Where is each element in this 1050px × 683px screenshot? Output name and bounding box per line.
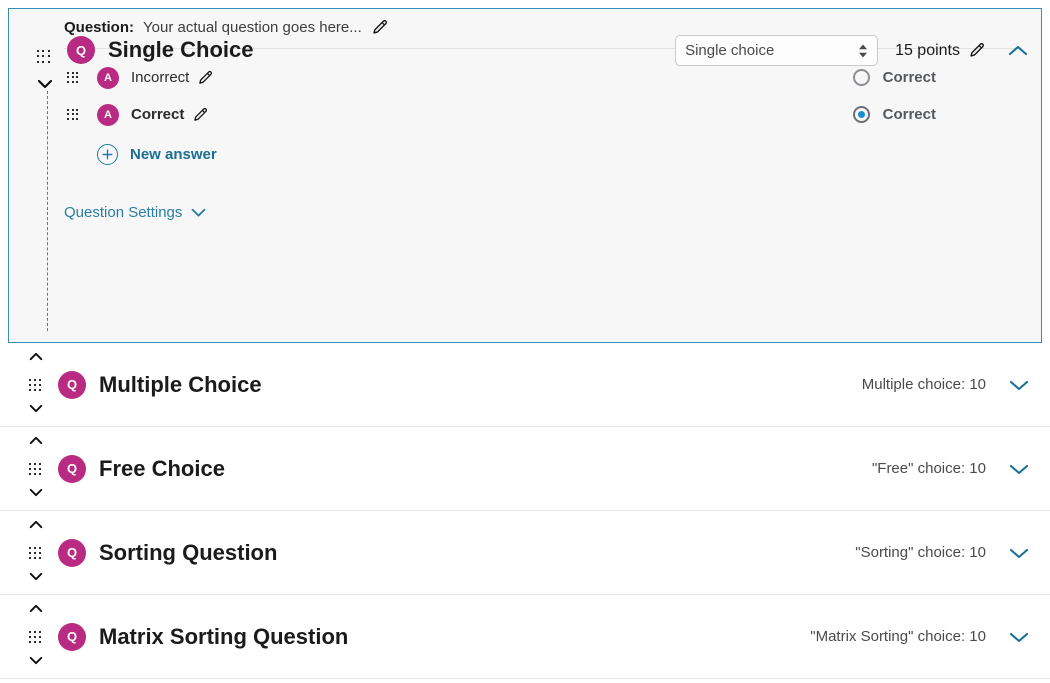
answer-badge: A <box>97 66 119 89</box>
question-row-collapsed[interactable]: Q Multiple Choice Multiple choice: 10 <box>0 343 1050 427</box>
expand-question-button[interactable] <box>1008 462 1030 476</box>
row-meta-group: "Matrix Sorting" choice: 10 <box>810 628 1050 645</box>
question-settings-toggle[interactable]: Question Settings <box>9 204 1041 221</box>
question-meta: Multiple choice: 10 <box>861 376 986 393</box>
answer-correct-radio[interactable] <box>852 106 870 123</box>
answer-correct-label: Correct <box>882 106 936 123</box>
question-title-group: Q Single Choice <box>67 9 675 64</box>
plus-circle-icon <box>97 144 118 165</box>
question-type-value: Single choice <box>685 42 775 59</box>
question-meta: "Matrix Sorting" choice: 10 <box>810 628 986 645</box>
drag-handle-icon[interactable] <box>29 462 42 476</box>
answer-text: Incorrect <box>131 69 190 86</box>
drag-handle-icon[interactable] <box>29 546 42 560</box>
row-reorder-controls <box>0 511 58 595</box>
answer-correct-label: Correct <box>882 69 936 86</box>
row-reorder-controls <box>0 427 58 511</box>
select-stepper-icon <box>858 42 868 60</box>
answer-correct-group: Correct <box>852 69 1041 86</box>
question-badge: Q <box>58 538 86 567</box>
move-down-icon[interactable] <box>28 655 44 666</box>
pencil-icon[interactable] <box>197 70 213 86</box>
question-editor-page: Q Single Choice Single choice 15 points <box>0 0 1050 683</box>
chevron-down-icon <box>190 207 207 218</box>
answer-badge: A <box>97 103 119 126</box>
question-settings-label: Question Settings <box>64 204 183 221</box>
pencil-icon[interactable] <box>192 107 208 123</box>
move-down-icon[interactable] <box>28 571 44 582</box>
row-meta-group: "Sorting" choice: 10 <box>855 544 1050 561</box>
collapse-question-button[interactable] <box>1007 44 1029 58</box>
drag-handle-icon[interactable] <box>29 378 42 392</box>
pencil-icon[interactable] <box>968 42 985 59</box>
row-meta-group: Multiple choice: 10 <box>862 376 1050 393</box>
expand-question-button[interactable] <box>1008 630 1030 644</box>
question-title: Matrix Sorting Question <box>99 623 349 649</box>
question-meta: "Sorting" choice: 10 <box>855 544 986 561</box>
question-row-collapsed[interactable]: Q Matrix Sorting Question "Matrix Sortin… <box>0 595 1050 679</box>
drag-handle-icon[interactable] <box>29 630 42 644</box>
question-title: Sorting Question <box>99 539 278 565</box>
move-down-icon[interactable] <box>28 487 44 498</box>
question-row-collapsed[interactable]: Q Sorting Question "Sorting" choice: 10 <box>0 511 1050 595</box>
row-reorder-controls <box>0 595 58 679</box>
row-meta-group: "Free" choice: 10 <box>872 460 1050 477</box>
answer-text: Correct <box>131 106 185 123</box>
move-up-icon[interactable] <box>28 351 44 362</box>
question-title: Free Choice <box>99 455 225 481</box>
points-value: 15 points <box>895 41 960 59</box>
question-meta: "Free" choice: 10 <box>871 460 986 477</box>
answer-correct-radio[interactable] <box>852 69 870 86</box>
drag-handle-icon[interactable] <box>67 71 79 84</box>
question-badge: Q <box>58 622 86 651</box>
question-badge: Q <box>58 454 86 483</box>
expand-question-button[interactable] <box>1008 378 1030 392</box>
row-reorder-controls <box>0 343 58 427</box>
answer-row: A Correct Correct <box>9 96 1041 133</box>
expand-question-button[interactable] <box>1008 546 1030 560</box>
drag-handle-icon[interactable] <box>67 108 79 121</box>
new-answer-button[interactable]: New answer <box>9 144 1041 165</box>
answer-correct-group: Correct <box>852 106 1041 123</box>
question-card-expanded: Q Single Choice Single choice 15 points <box>8 8 1042 343</box>
move-up-icon[interactable] <box>28 603 44 614</box>
answer-row: A Incorrect Correct <box>9 59 1041 96</box>
question-header-controls: Single choice 15 points <box>675 9 1041 66</box>
move-up-icon[interactable] <box>28 519 44 530</box>
answers-list: A Incorrect Correct A Correct Correct Ne… <box>9 59 1041 165</box>
question-badge: Q <box>58 370 86 399</box>
move-up-icon[interactable] <box>28 435 44 446</box>
question-title: Multiple Choice <box>99 371 262 397</box>
question-row-collapsed[interactable]: Q Free Choice "Free" choice: 10 <box>0 427 1050 511</box>
move-down-icon[interactable] <box>28 403 44 414</box>
new-answer-label: New answer <box>130 146 217 163</box>
